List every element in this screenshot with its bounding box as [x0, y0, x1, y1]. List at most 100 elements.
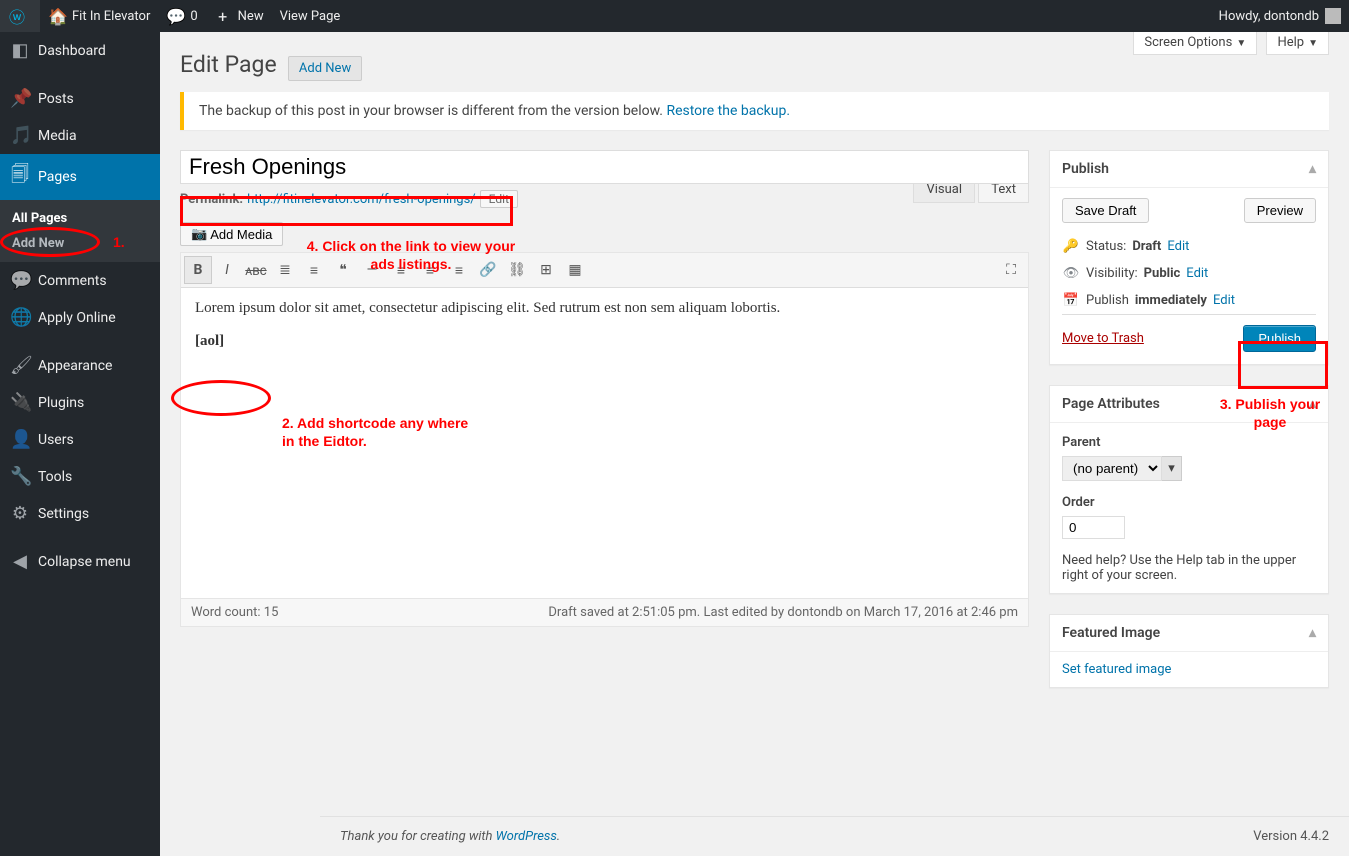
footer-wordpress-link[interactable]: WordPress: [496, 829, 557, 844]
sidebar-item-tools[interactable]: 🔧Tools: [0, 458, 160, 495]
strikethrough-button[interactable]: ᴀʙᴄ: [242, 256, 270, 284]
home-icon: 🏠: [48, 7, 66, 26]
edit-publish-time-link[interactable]: Edit: [1213, 293, 1235, 308]
new-label: New: [238, 9, 264, 24]
order-input[interactable]: [1062, 516, 1125, 539]
chevron-down-icon: ▼: [1236, 38, 1246, 49]
italic-button[interactable]: I: [213, 256, 241, 284]
chevron-down-icon: ▼: [1308, 38, 1318, 49]
collapse-icon: ◀: [10, 551, 30, 572]
numbered-list-button[interactable]: ≡: [300, 256, 328, 284]
sidebar-item-users[interactable]: 👤Users: [0, 421, 160, 458]
attributes-help-text: Need help? Use the Help tab in the upper…: [1062, 553, 1316, 583]
status-label: Status:: [1086, 239, 1126, 254]
page-icon: 🗐: [10, 162, 30, 192]
footer-thank-you: Thank you for creating with: [340, 829, 496, 844]
collapse-arrow-icon[interactable]: ▴: [1309, 161, 1316, 177]
edit-slug-button[interactable]: Edit: [480, 190, 518, 208]
kitchensink-button[interactable]: ▦: [561, 256, 589, 284]
wp-logo-menu[interactable]: ⓦ: [0, 0, 40, 32]
order-label: Order: [1062, 495, 1316, 510]
more-button[interactable]: ⊞: [532, 256, 560, 284]
notice-text: The backup of this post in your browser …: [199, 103, 666, 119]
brush-icon: 🖌: [10, 355, 30, 376]
bold-button[interactable]: B: [184, 256, 212, 284]
preview-button[interactable]: Preview: [1244, 198, 1316, 223]
visibility-label: Visibility:: [1086, 266, 1138, 281]
footer-version: Version 4.4.2: [1253, 829, 1329, 844]
blockquote-button[interactable]: ❝: [329, 256, 357, 284]
bullet-list-button[interactable]: ≣: [271, 256, 299, 284]
align-center-button[interactable]: ≡: [416, 256, 444, 284]
sidebar-item-plugins[interactable]: 🔌Plugins: [0, 384, 160, 421]
permalink-url-link[interactable]: http://fitinelevator.com/fresh-openings/: [247, 192, 476, 207]
comments-menu[interactable]: 💬0: [158, 0, 205, 32]
my-account-menu[interactable]: Howdy, dontondb: [1211, 0, 1349, 32]
eye-icon: 👁: [1062, 266, 1080, 281]
view-page-link[interactable]: View Page: [272, 0, 349, 32]
publish-metabox: Publish▴ Save Draft Preview 🔑Status: Dra…: [1049, 150, 1329, 365]
help-toggle[interactable]: Help▼: [1266, 32, 1329, 55]
sidebar-item-appearance[interactable]: 🖌Appearance: [0, 347, 160, 384]
attributes-heading: Page Attributes: [1062, 396, 1160, 412]
add-media-button[interactable]: 📷Add Media: [180, 222, 283, 246]
submenu-all-pages[interactable]: All Pages: [0, 206, 160, 231]
parent-select[interactable]: (no parent): [1062, 456, 1162, 481]
move-to-trash-link[interactable]: Move to Trash: [1062, 331, 1144, 346]
permalink-label: Permalink:: [180, 192, 243, 207]
pages-submenu: All Pages Add New: [0, 200, 160, 262]
submenu-add-new[interactable]: Add New: [0, 231, 160, 256]
admin-sidebar: ◧Dashboard 📌Posts 🎵Media 🗐Pages All Page…: [0, 32, 160, 856]
sidebar-item-settings[interactable]: ⚙Settings: [0, 495, 160, 532]
parent-label: Parent: [1062, 435, 1316, 450]
collapse-menu-button[interactable]: ◀Collapse menu: [0, 543, 160, 580]
screen-options-toggle[interactable]: Screen Options▼: [1133, 32, 1257, 55]
content-paragraph: Lorem ipsum dolor sit amet, consectetur …: [195, 300, 1014, 317]
featured-image-metabox: Featured Image ▴ Set featured image: [1049, 614, 1329, 688]
media-icon: 🎵: [10, 125, 30, 146]
comment-icon: 💬: [166, 7, 184, 26]
post-title-input[interactable]: [180, 150, 1029, 184]
editor-toolbar: B I ᴀʙᴄ ≣ ≡ ❝ — ≡ ≡ ≡ 🔗 ⛓ ⊞ ▦: [181, 253, 1028, 288]
plugin-icon: 🔌: [10, 392, 30, 413]
align-right-button[interactable]: ≡: [445, 256, 473, 284]
wrench-icon: 🔧: [10, 466, 30, 487]
gear-icon: ⚙: [10, 503, 30, 524]
sidebar-item-apply-online[interactable]: 🌐Apply Online: [0, 299, 160, 336]
publish-heading: Publish: [1062, 161, 1109, 177]
howdy-text: Howdy, dontondb: [1219, 9, 1319, 24]
admin-toolbar: ⓦ 🏠Fit In Elevator 💬0 +New View Page How…: [0, 0, 1349, 32]
admin-footer: Thank you for creating with WordPress. V…: [320, 816, 1349, 856]
publish-button[interactable]: Publish: [1243, 325, 1316, 352]
editor-textarea[interactable]: Lorem ipsum dolor sit amet, consectetur …: [181, 288, 1028, 598]
globe-icon: 🌐: [10, 307, 30, 328]
unlink-button[interactable]: ⛓: [503, 256, 531, 284]
hr-button[interactable]: —: [358, 256, 386, 284]
pin-icon: 📌: [10, 88, 30, 109]
collapse-arrow-icon[interactable]: ▴: [1309, 625, 1316, 641]
sidebar-item-comments[interactable]: 💬Comments: [0, 262, 160, 299]
select-dropdown-button[interactable]: ▾: [1162, 456, 1182, 481]
edit-visibility-link[interactable]: Edit: [1186, 266, 1208, 281]
add-new-button[interactable]: Add New: [288, 56, 362, 81]
site-name-menu[interactable]: 🏠Fit In Elevator: [40, 0, 158, 32]
link-button[interactable]: 🔗: [474, 256, 502, 284]
comments-count: 0: [190, 9, 197, 24]
set-featured-image-link[interactable]: Set featured image: [1062, 662, 1171, 677]
wordpress-logo-icon: ⓦ: [8, 4, 26, 28]
new-content-menu[interactable]: +New: [206, 0, 272, 32]
edit-status-link[interactable]: Edit: [1167, 239, 1189, 254]
publish-label: Publish: [1086, 293, 1129, 308]
save-draft-button[interactable]: Save Draft: [1062, 198, 1149, 223]
restore-backup-link[interactable]: Restore the backup.: [666, 103, 790, 119]
featured-image-heading: Featured Image: [1062, 625, 1160, 641]
shortcode-text: [aol]: [195, 333, 1014, 350]
collapse-arrow-icon[interactable]: ▴: [1309, 396, 1316, 412]
visibility-value: Public: [1144, 266, 1181, 281]
fullscreen-button[interactable]: ⛶: [997, 256, 1025, 284]
sidebar-item-posts[interactable]: 📌Posts: [0, 80, 160, 117]
align-left-button[interactable]: ≡: [387, 256, 415, 284]
sidebar-item-pages[interactable]: 🗐Pages: [0, 154, 160, 200]
sidebar-item-dashboard[interactable]: ◧Dashboard: [0, 32, 160, 69]
sidebar-item-media[interactable]: 🎵Media: [0, 117, 160, 154]
